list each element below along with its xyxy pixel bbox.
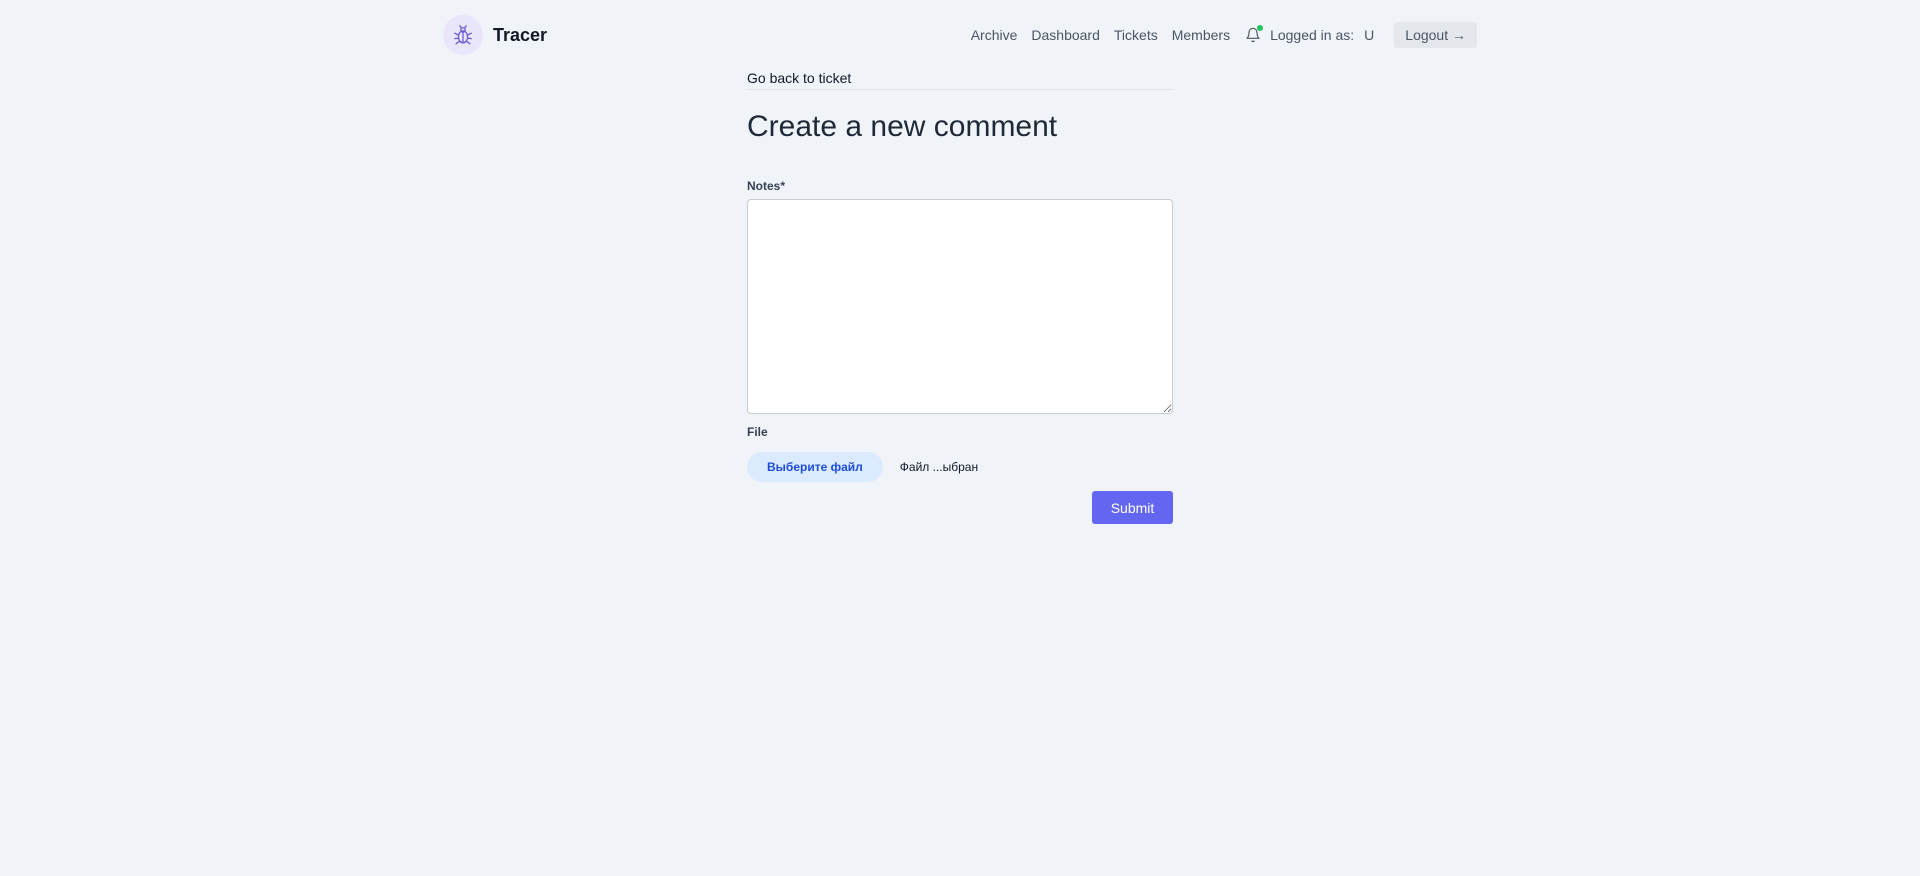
logged-in-label: Logged in as: (1270, 27, 1355, 43)
file-label: File (747, 425, 768, 439)
bell-icon[interactable] (1244, 25, 1264, 44)
nav-link-tickets[interactable]: Tickets (1114, 27, 1158, 43)
page-title: Create a new comment (747, 110, 1058, 143)
comment-form-container: Go back to ticket Create a new comment N… (747, 70, 1173, 524)
submit-button[interactable]: Submit (1092, 491, 1173, 524)
nav-link-dashboard[interactable]: Dashboard (1031, 27, 1100, 43)
submit-row: Submit (747, 491, 1173, 524)
nav-link-members[interactable]: Members (1172, 27, 1230, 43)
nav-link-archive[interactable]: Archive (971, 27, 1018, 43)
bug-icon (443, 15, 483, 55)
logout-button[interactable]: Logout → (1394, 22, 1477, 48)
notes-textarea[interactable] (747, 199, 1173, 414)
comment-form: Notes* File Выберите файл Файл ...ыбран … (747, 179, 1173, 524)
file-status-text: Файл ...ыбран (899, 460, 979, 474)
back-to-ticket-link[interactable]: Go back to ticket (747, 70, 1173, 90)
brand-home-link[interactable]: Tracer (443, 15, 547, 55)
top-navbar: Tracer Archive Dashboard Tickets Members… (443, 14, 1477, 56)
brand-name: Tracer (493, 24, 548, 45)
nav-right: Archive Dashboard Tickets Members Logged… (971, 22, 1477, 48)
file-input: Выберите файл Файл ...ыбран (747, 452, 1173, 482)
notes-label: Notes* (747, 179, 786, 193)
logged-in-user: U (1364, 27, 1375, 43)
choose-file-button[interactable]: Выберите файл (747, 452, 883, 482)
notification-dot (1257, 25, 1264, 31)
